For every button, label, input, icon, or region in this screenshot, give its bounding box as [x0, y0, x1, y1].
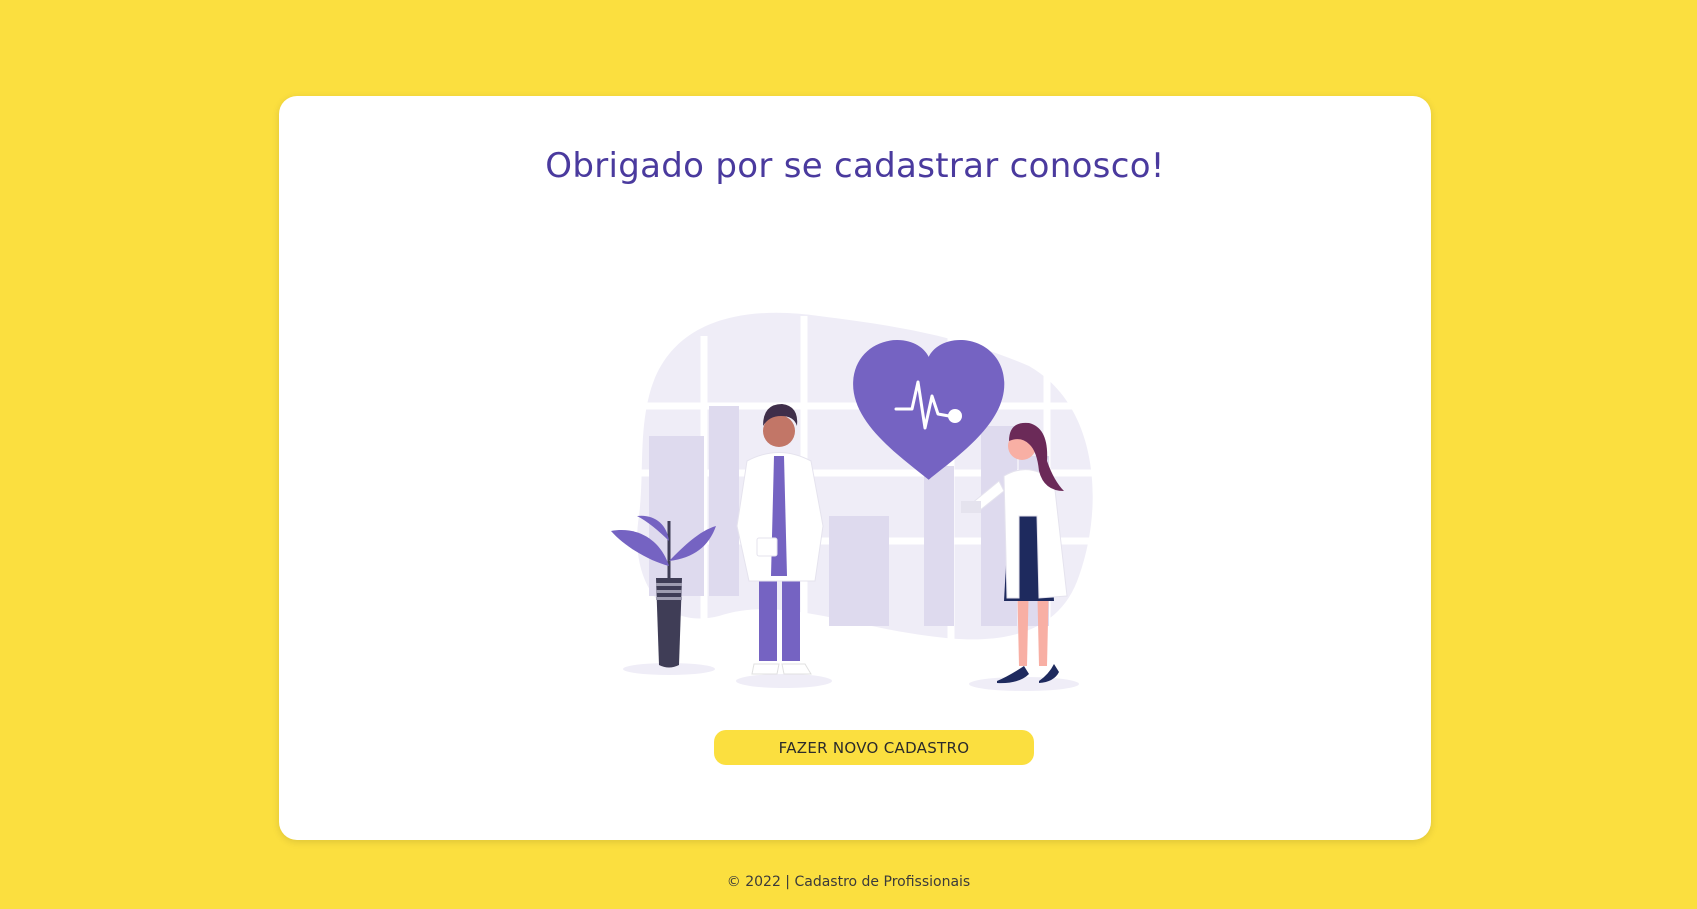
doctors-heart-illustration [611, 312, 1094, 691]
footer-copyright: © 2022 | Cadastro de Profissionais [726, 874, 971, 890]
new-registration-button[interactable]: FAZER NOVO CADASTRO [714, 730, 1034, 765]
confirmation-card: Obrigado por se cadastrar conosco! FAZER… [279, 96, 1431, 840]
page-title: Obrigado por se cadastrar conosco! [545, 146, 1165, 186]
